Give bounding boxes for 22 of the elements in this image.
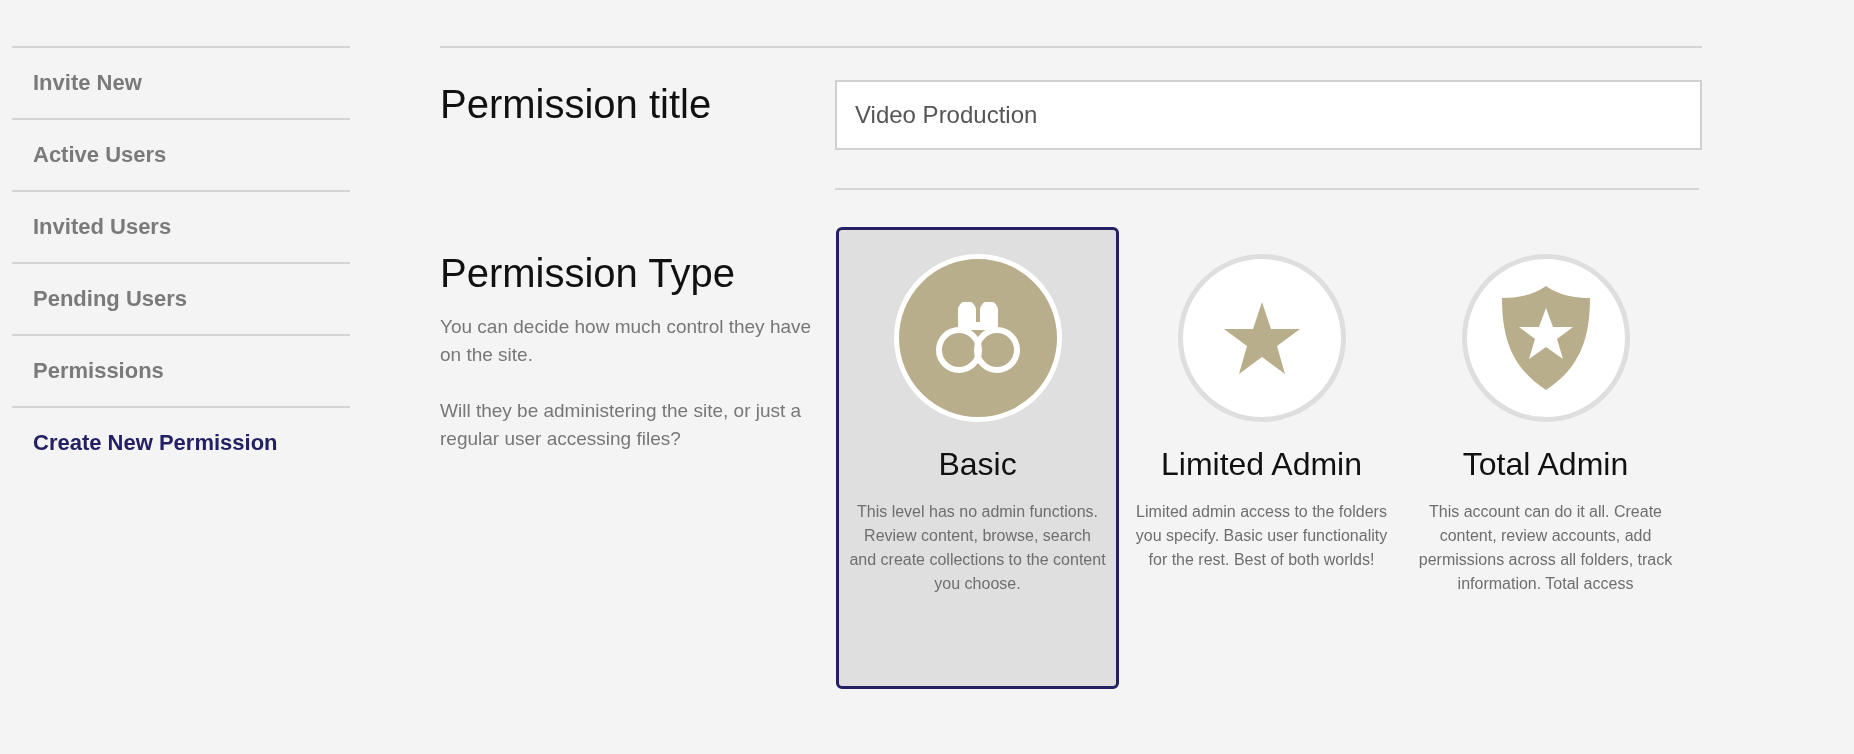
description-text: Will they be administering the site, or just a regular user accessing files? [440,399,803,451]
shield-star-icon [1501,286,1590,390]
option-description: Limited admin access to the folders you specify. Basic user functionality for the rest. Best of both worlds! [1134,502,1389,570]
title-input-field[interactable]: Video Production [835,80,1702,150]
option-description: This account can do it all. Create content, review accounts, add permissions across all folders, track information. Total access [1417,502,1674,594]
sidebar-link[interactable]: Permissions [12,336,350,408]
option-title: Limited Admin [1161,445,1362,484]
sidebar-link[interactable]: Pending Users [12,264,350,336]
permission-option-card[interactable]: Basic This level has no admin functions. Review content, browse, search and create collections to the content you choose. [836,227,1119,689]
permission-option-card[interactable]: Total Admin This account can do it all. Create content, review accounts, add permissions across all folders, track information. Total access [1404,227,1687,689]
sidebar-link[interactable]: Active Users [12,120,350,192]
sidebar-link[interactable]: Invited Users [12,192,350,264]
option-title: Total Admin [1462,445,1629,484]
option-title: Basic [938,445,1017,484]
description-text: You can decide how much control they have on the site. [440,315,813,367]
section-heading: Permission Type [440,250,736,297]
star-icon [1223,302,1300,374]
sidebar-link[interactable]: Invite New [12,48,350,120]
field-label: Permission title [440,81,713,128]
sidebar-link[interactable]: Create New Permission [12,408,350,480]
permission-option-card[interactable]: Limited Admin Limited admin access to the folders you specify. Basic user functionality for the rest. Best of both worlds! [1120,227,1403,689]
option-description: This level has no admin functions. Review content, browse, search and create collections to the content you choose. [848,502,1107,594]
